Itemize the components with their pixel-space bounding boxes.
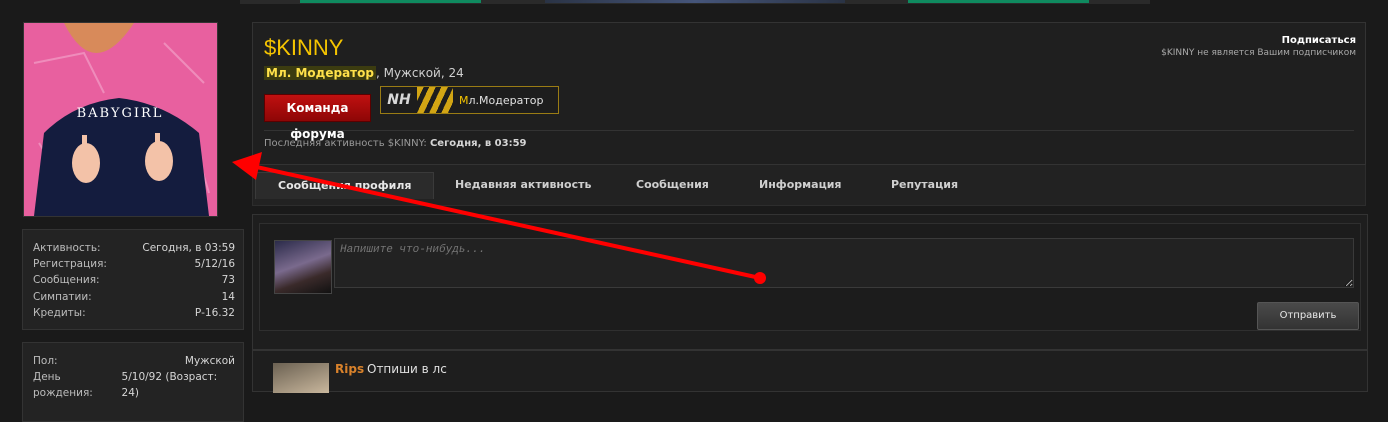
- team-badge: Команда форума: [264, 94, 371, 141]
- profile-header: $KINNY Мл. Модератор, Мужской, 24 Команд…: [252, 22, 1366, 165]
- comment-author-avatar[interactable]: [273, 363, 329, 393]
- post-input[interactable]: [334, 238, 1354, 288]
- new-post-form: Отправить: [259, 223, 1361, 331]
- stripes-icon: [417, 87, 453, 113]
- avatar-photo: BABYGIRL: [24, 23, 217, 216]
- stat-messages[interactable]: Сообщения: 73: [33, 272, 235, 288]
- moderator-banner-text: Мл.Модератор: [459, 93, 544, 107]
- current-user-avatar[interactable]: [274, 240, 332, 294]
- profile-tabs: Сообщения профиля Недавняя активность Со…: [252, 165, 1366, 206]
- tab-reputation[interactable]: Репутация: [869, 172, 980, 198]
- last-activity: Последняя активность $KINNY: Сегодня, в …: [264, 138, 527, 149]
- stat-credits: Кредиты: Р-16.32: [33, 306, 235, 319]
- avatar-print: BABYGIRL: [77, 106, 164, 121]
- stats-panel: Активность: Сегодня, в 03:59 Регистрация:…: [22, 229, 244, 331]
- stat-registration: Регистрация: 5/12/16: [33, 258, 235, 271]
- nh-logo-icon: NH: [387, 92, 411, 108]
- detail-birthday: День рождения: 5/10/92 (Возраст: 24): [33, 371, 218, 400]
- user-title-line: Мл. Модератор, Мужской, 24: [264, 66, 464, 80]
- user-meta: , Мужской, 24: [375, 66, 464, 80]
- detail-gender: Пол: Мужской: [33, 355, 235, 368]
- stat-likes[interactable]: Симпатии: 14: [33, 289, 235, 305]
- comment-author[interactable]: Rips: [335, 362, 364, 376]
- top-nav-strip: [240, 0, 1150, 4]
- profile-posts-panel: Отправить: [252, 214, 1368, 350]
- send-button[interactable]: Отправить: [1257, 302, 1359, 330]
- tab-recent-activity[interactable]: Недавняя активность: [433, 172, 613, 198]
- user-role: Мл. Модератор: [264, 66, 376, 80]
- username: $KINNY: [264, 35, 344, 60]
- profile-main: $KINNY Мл. Модератор, Мужской, 24 Команд…: [252, 22, 1368, 393]
- details-panel: Пол: Мужской День рождения: 5/10/92 (Возра…: [22, 342, 244, 422]
- top-nav-banner[interactable]: [545, 0, 845, 3]
- profile-post-item: Rips Отпиши в лс: [252, 350, 1368, 393]
- stat-activity: Активность: Сегодня, в 03:59: [33, 242, 235, 254]
- tab-profile-posts[interactable]: Сообщения профиля: [255, 172, 435, 199]
- subscribe-note: $KINNY не является Вашим подписчиком: [1161, 48, 1356, 58]
- profile-sidebar: BABYGIRL Активность: Сегодня, в 03:59 Рег…: [22, 22, 244, 422]
- top-nav-tab-2[interactable]: [908, 0, 1089, 3]
- avatar[interactable]: BABYGIRL: [23, 22, 218, 217]
- subscribe-button[interactable]: Подписаться: [1161, 35, 1356, 46]
- subscribe-block: Подписаться $KINNY не является Вашим под…: [1161, 35, 1356, 58]
- tab-posts[interactable]: Сообщения: [614, 172, 731, 198]
- top-nav-tab-1[interactable]: [300, 0, 481, 3]
- comment-text: Отпиши в лс: [367, 362, 447, 376]
- moderator-banner: NH Мл.Модератор: [380, 86, 559, 114]
- tab-information[interactable]: Информация: [737, 172, 864, 198]
- header-divider: [264, 130, 1354, 131]
